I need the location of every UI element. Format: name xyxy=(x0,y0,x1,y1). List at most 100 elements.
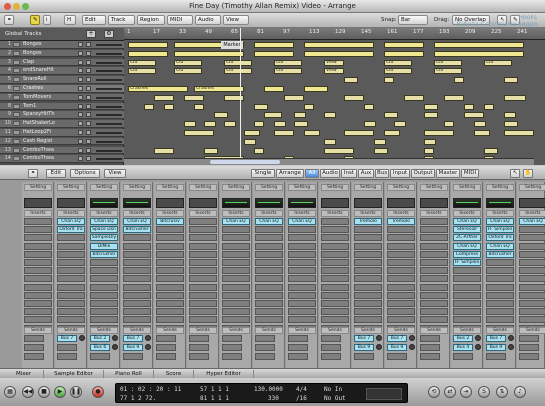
track-volume-fader[interactable] xyxy=(96,105,122,108)
send-slot[interactable] xyxy=(24,353,44,360)
insert-slot[interactable] xyxy=(486,308,514,316)
insert-plugin[interactable]: Bitcrusiv xyxy=(156,218,184,225)
send-level-knob[interactable] xyxy=(508,344,514,350)
track-row[interactable]: 5 SnareRoll xyxy=(0,76,124,84)
setting-button[interactable]: Setting xyxy=(24,184,52,191)
mixer-tab-arrange[interactable]: Arrange xyxy=(276,169,304,178)
insert-slot[interactable] xyxy=(288,226,316,234)
mixer-tab-bus[interactable]: Bus xyxy=(375,169,389,178)
insert-plugin[interactable]: Tremolo xyxy=(354,218,382,225)
region[interactable]: Clu xyxy=(274,59,302,66)
region[interactable]: Clu xyxy=(384,68,412,75)
setting-button[interactable]: Setting xyxy=(420,184,448,191)
region[interactable]: Clu xyxy=(128,59,156,66)
insert-slot[interactable] xyxy=(354,259,382,266)
insert-slot[interactable] xyxy=(354,283,382,291)
insert-slot[interactable] xyxy=(255,275,283,283)
region[interactable] xyxy=(504,77,518,84)
send-level-knob[interactable] xyxy=(79,335,85,341)
track-name[interactable]: ComboThwa xyxy=(23,155,71,162)
track-row[interactable]: 4 endSnareHit xyxy=(0,67,124,75)
region[interactable] xyxy=(244,130,260,136)
insert-slot[interactable] xyxy=(486,316,514,324)
mixer-tab-inst[interactable]: Inst xyxy=(341,169,357,178)
insert-slot[interactable] xyxy=(57,234,85,242)
channel-strip[interactable]: Setting Inserts Sends xyxy=(22,182,54,368)
send-slot[interactable] xyxy=(156,335,176,342)
insert-slot[interactable] xyxy=(387,283,415,291)
send-level-knob[interactable] xyxy=(376,344,382,350)
track-row[interactable]: 13 ComboThwa xyxy=(0,146,124,155)
send-slot[interactable] xyxy=(222,353,242,360)
insert-slot[interactable] xyxy=(288,316,316,324)
region[interactable] xyxy=(464,103,474,110)
insert-slot[interactable] xyxy=(519,259,545,266)
track-volume-fader[interactable] xyxy=(96,140,122,143)
insert-slot[interactable] xyxy=(189,250,217,258)
insert-slot[interactable] xyxy=(189,267,217,275)
region[interactable] xyxy=(364,121,376,128)
eq-display[interactable] xyxy=(288,198,316,208)
track-name[interactable]: SnareRoll xyxy=(23,76,71,83)
insert-slot[interactable] xyxy=(486,291,514,299)
pause-icon[interactable]: ❚❚ xyxy=(70,386,82,398)
solo-button[interactable] xyxy=(86,42,91,47)
info-icon[interactable]: i xyxy=(43,15,51,25)
editor-tab[interactable]: Mixer xyxy=(4,370,44,378)
channel-strip[interactable]: Setting Inserts Sends xyxy=(418,182,450,368)
insert-slot[interactable] xyxy=(321,275,349,283)
audio-menu[interactable]: Audio xyxy=(195,15,221,25)
mixer-tab-midi[interactable]: MIDI xyxy=(461,169,479,178)
insert-slot[interactable] xyxy=(354,234,382,242)
add-track-icon[interactable]: + xyxy=(86,30,96,38)
insert-plugin[interactable]: Oxford Tra xyxy=(486,234,514,242)
region[interactable] xyxy=(214,112,228,119)
insert-slot[interactable] xyxy=(24,300,52,307)
channel-strip[interactable]: Setting Inserts Chan EQ Oxford Tra Sends Bus… xyxy=(55,182,87,368)
region[interactable] xyxy=(424,138,436,145)
insert-slot[interactable] xyxy=(222,250,250,258)
region[interactable] xyxy=(424,130,454,136)
send-level-knob[interactable] xyxy=(475,335,481,341)
send-slot[interactable] xyxy=(123,353,143,360)
track-volume-fader[interactable] xyxy=(96,52,122,55)
region[interactable] xyxy=(394,121,406,128)
send-slot[interactable] xyxy=(255,335,275,342)
insert-slot[interactable] xyxy=(387,259,415,266)
region[interactable] xyxy=(304,50,374,57)
insert-slot[interactable] xyxy=(519,300,545,307)
send-bus[interactable]: Bus 2 xyxy=(453,335,473,342)
eq-display[interactable] xyxy=(354,198,382,208)
eq-display[interactable] xyxy=(189,198,217,208)
insert-plugin[interactable]: Bitcrusher xyxy=(90,250,118,258)
region[interactable] xyxy=(504,112,516,119)
insert-slot[interactable] xyxy=(24,291,52,299)
region[interactable]: Clu xyxy=(174,68,202,75)
send-slot[interactable] xyxy=(486,353,506,360)
send-slot[interactable] xyxy=(453,353,473,360)
track-row[interactable]: 14 ComboThwa xyxy=(0,155,124,163)
insert-slot[interactable] xyxy=(321,234,349,242)
mute-button[interactable] xyxy=(78,147,83,153)
mute-button[interactable] xyxy=(78,77,83,83)
region[interactable] xyxy=(304,42,374,48)
insert-slot[interactable] xyxy=(288,242,316,250)
insert-slot[interactable] xyxy=(57,308,85,316)
replace-icon[interactable]: ⇄ xyxy=(444,386,456,398)
setting-button[interactable]: Setting xyxy=(519,184,545,191)
solo-button[interactable] xyxy=(86,103,91,109)
region[interactable]: View xyxy=(324,59,344,66)
send-bus[interactable]: Bus 7 xyxy=(486,335,506,342)
send-bus[interactable]: Bus 9 xyxy=(123,344,143,351)
region[interactable] xyxy=(384,130,400,136)
insert-plugin[interactable]: Chan EQ xyxy=(486,242,514,250)
region[interactable] xyxy=(384,42,424,48)
track-row[interactable]: 10 HatShakerLo xyxy=(0,120,124,128)
insert-slot[interactable] xyxy=(189,300,217,307)
mixer-tab-input[interactable]: Input xyxy=(390,169,410,178)
insert-slot[interactable] xyxy=(24,316,52,324)
setting-button[interactable]: Setting xyxy=(288,184,316,191)
insert-slot[interactable] xyxy=(222,259,250,266)
insert-slot[interactable] xyxy=(321,267,349,275)
insert-slot[interactable] xyxy=(57,267,85,275)
